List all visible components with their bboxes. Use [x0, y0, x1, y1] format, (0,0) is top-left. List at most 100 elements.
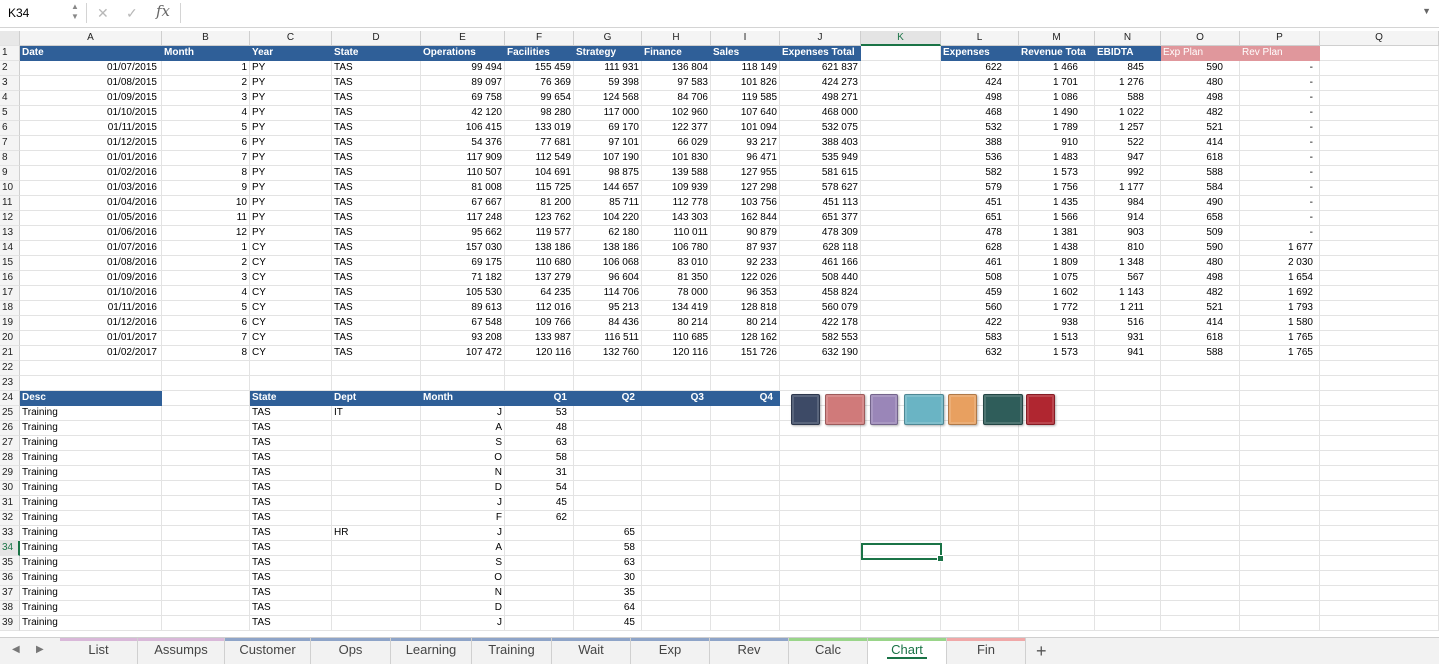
cell-a16[interactable]: 01/09/2016	[20, 271, 162, 286]
cell-l16[interactable]: 508	[941, 271, 1019, 286]
cell-q36[interactable]	[1320, 571, 1439, 586]
column-header-m[interactable]: M	[1019, 31, 1095, 46]
cell-o31[interactable]	[1161, 496, 1240, 511]
cell-p12[interactable]: -	[1240, 211, 1320, 226]
cell-j5[interactable]: 468 000	[780, 106, 861, 121]
tab-assumps[interactable]: Assumps	[138, 638, 225, 664]
cell-h28[interactable]	[642, 451, 711, 466]
row-header[interactable]: 18	[0, 301, 20, 316]
color-swatch[interactable]	[948, 394, 977, 425]
cell-l3[interactable]: 424	[941, 76, 1019, 91]
cell-o13[interactable]: 509	[1161, 226, 1240, 241]
cell-b19[interactable]: 6	[162, 316, 250, 331]
cell-o4[interactable]: 498	[1161, 91, 1240, 106]
cell-f12[interactable]: 123 762	[505, 211, 574, 226]
cell-c39[interactable]: TAS	[250, 616, 332, 631]
cell-j39[interactable]	[780, 616, 861, 631]
cell-p35[interactable]	[1240, 556, 1320, 571]
cell-p26[interactable]	[1240, 421, 1320, 436]
cell-l23[interactable]	[941, 376, 1019, 391]
cell-q6[interactable]	[1320, 121, 1439, 136]
cell-j19[interactable]: 422 178	[780, 316, 861, 331]
cell-o26[interactable]	[1161, 421, 1240, 436]
cell-q21[interactable]	[1320, 346, 1439, 361]
column-header-e[interactable]: E	[421, 31, 505, 46]
row-header[interactable]: 8	[0, 151, 20, 166]
cell-l33[interactable]	[941, 526, 1019, 541]
cell-o28[interactable]	[1161, 451, 1240, 466]
cell-e12[interactable]: 117 248	[421, 211, 505, 226]
cell-h16[interactable]: 81 350	[642, 271, 711, 286]
cell-d16[interactable]: TAS	[332, 271, 421, 286]
cell-e25[interactable]: J	[421, 406, 505, 421]
cell-c10[interactable]: PY	[250, 181, 332, 196]
cell-n8[interactable]: 947	[1095, 151, 1161, 166]
cell-p6[interactable]: -	[1240, 121, 1320, 136]
cell-d14[interactable]: TAS	[332, 241, 421, 256]
cell-m31[interactable]	[1019, 496, 1095, 511]
cell-g38[interactable]: 64	[574, 601, 642, 616]
cell-b6[interactable]: 5	[162, 121, 250, 136]
cell-n20[interactable]: 931	[1095, 331, 1161, 346]
cell-p30[interactable]	[1240, 481, 1320, 496]
cell-p20[interactable]: 1 765	[1240, 331, 1320, 346]
cell-o38[interactable]	[1161, 601, 1240, 616]
cell-g18[interactable]: 95 213	[574, 301, 642, 316]
cell-a5[interactable]: 01/10/2015	[20, 106, 162, 121]
cell-c21[interactable]: CY	[250, 346, 332, 361]
cell-d19[interactable]: TAS	[332, 316, 421, 331]
cell-n16[interactable]: 567	[1095, 271, 1161, 286]
cell-g31[interactable]	[574, 496, 642, 511]
cell-i26[interactable]	[711, 421, 780, 436]
cell-o27[interactable]	[1161, 436, 1240, 451]
cell-q38[interactable]	[1320, 601, 1439, 616]
cell-p11[interactable]: -	[1240, 196, 1320, 211]
cell-c5[interactable]: PY	[250, 106, 332, 121]
cell-q10[interactable]	[1320, 181, 1439, 196]
cell-e6[interactable]: 106 415	[421, 121, 505, 136]
cell-l17[interactable]: 459	[941, 286, 1019, 301]
cell-i36[interactable]	[711, 571, 780, 586]
cell-k4[interactable]	[861, 91, 941, 106]
cell-h20[interactable]: 110 685	[642, 331, 711, 346]
cell-p31[interactable]	[1240, 496, 1320, 511]
cell-q7[interactable]	[1320, 136, 1439, 151]
column-header-c[interactable]: C	[250, 31, 332, 46]
cell-j11[interactable]: 451 113	[780, 196, 861, 211]
cell-h33[interactable]	[642, 526, 711, 541]
cell-g13[interactable]: 62 180	[574, 226, 642, 241]
cell-h13[interactable]: 110 011	[642, 226, 711, 241]
cell-a38[interactable]: Training	[20, 601, 162, 616]
cell-a2[interactable]: 01/07/2015	[20, 61, 162, 76]
row-header[interactable]: 15	[0, 256, 20, 271]
cell-d11[interactable]: TAS	[332, 196, 421, 211]
cell-o36[interactable]	[1161, 571, 1240, 586]
cell-i5[interactable]: 107 640	[711, 106, 780, 121]
cell-n31[interactable]	[1095, 496, 1161, 511]
cell-q27[interactable]	[1320, 436, 1439, 451]
row-header[interactable]: 32	[0, 511, 20, 526]
tab-exp[interactable]: Exp	[631, 638, 710, 664]
cell-j7[interactable]: 388 403	[780, 136, 861, 151]
cell-f8[interactable]: 112 549	[505, 151, 574, 166]
cell-k36[interactable]	[861, 571, 941, 586]
cell-c33[interactable]: TAS	[250, 526, 332, 541]
cell-k9[interactable]	[861, 166, 941, 181]
cell-l5[interactable]: 468	[941, 106, 1019, 121]
cell-n9[interactable]: 992	[1095, 166, 1161, 181]
cell-h12[interactable]: 143 303	[642, 211, 711, 226]
cell-j33[interactable]	[780, 526, 861, 541]
cell-j15[interactable]: 461 166	[780, 256, 861, 271]
cell-d31[interactable]	[332, 496, 421, 511]
row-header[interactable]: 17	[0, 286, 20, 301]
cell-o3[interactable]: 480	[1161, 76, 1240, 91]
cell-h15[interactable]: 83 010	[642, 256, 711, 271]
cell-j12[interactable]: 651 377	[780, 211, 861, 226]
cell-m18[interactable]: 1 772	[1019, 301, 1095, 316]
cell-c6[interactable]: PY	[250, 121, 332, 136]
cell-h30[interactable]	[642, 481, 711, 496]
cell-h38[interactable]	[642, 601, 711, 616]
cell-f27[interactable]: 63	[505, 436, 574, 451]
cell-n25[interactable]	[1095, 406, 1161, 421]
cell-e39[interactable]: J	[421, 616, 505, 631]
